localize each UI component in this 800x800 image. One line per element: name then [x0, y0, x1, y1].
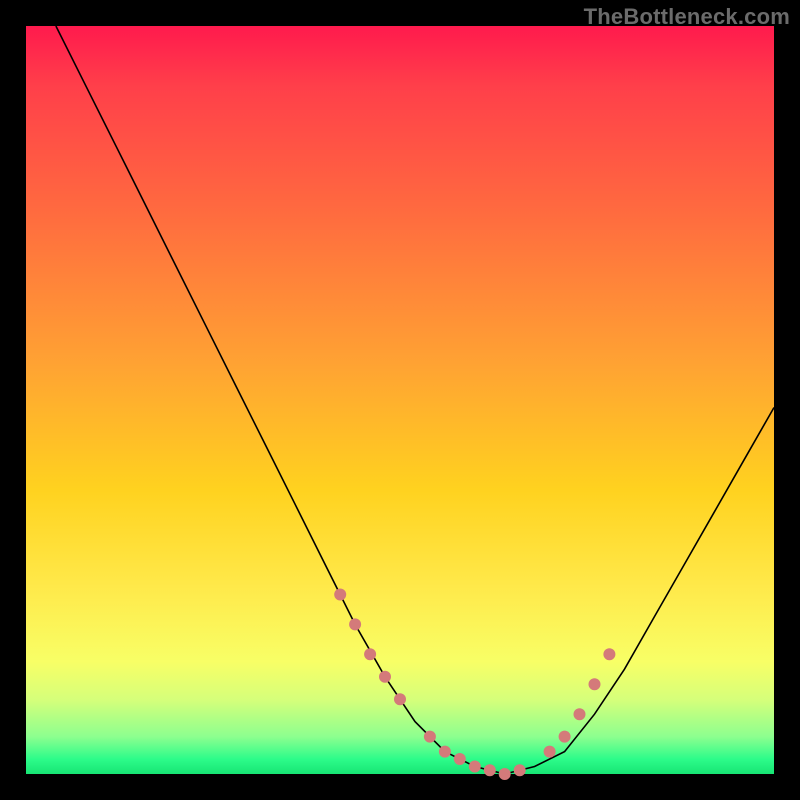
sample-dot	[394, 693, 406, 705]
sample-dot	[499, 768, 511, 780]
sample-dot	[603, 648, 615, 660]
sample-dot	[379, 671, 391, 683]
sample-dot	[439, 746, 451, 758]
sample-dot	[334, 589, 346, 601]
bottleneck-curve-path	[56, 26, 774, 774]
sample-dot	[574, 708, 586, 720]
sample-dot	[514, 764, 526, 776]
sample-dot	[484, 764, 496, 776]
sample-dot	[559, 731, 571, 743]
outer-frame: TheBottleneck.com	[0, 0, 800, 800]
sample-dot	[454, 753, 466, 765]
plot-area	[26, 26, 774, 774]
sample-dot	[424, 731, 436, 743]
sample-dot	[349, 618, 361, 630]
sample-dot	[364, 648, 376, 660]
sample-dot	[469, 761, 481, 773]
bottleneck-chart	[26, 26, 774, 774]
sample-dots-group	[334, 589, 615, 781]
sample-dot	[544, 746, 556, 758]
sample-dot	[589, 678, 601, 690]
